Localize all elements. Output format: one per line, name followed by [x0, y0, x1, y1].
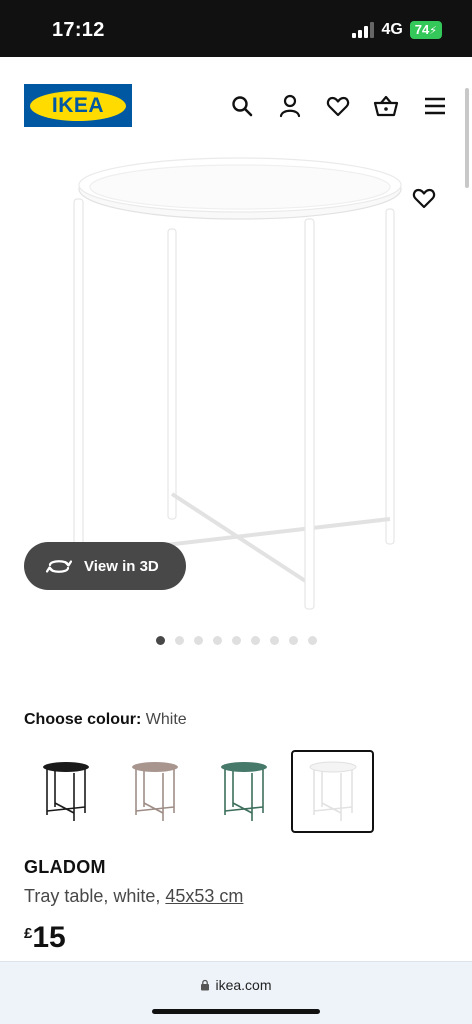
gallery-dot[interactable] — [155, 636, 165, 645]
status-time: 17:12 — [52, 19, 105, 41]
selected-colour-value: White — [145, 711, 187, 728]
battery-level: 74 — [414, 22, 430, 37]
colour-swatches — [24, 750, 374, 833]
basket-icon[interactable] — [373, 93, 399, 119]
gallery-dot[interactable] — [212, 636, 222, 645]
product-size-link[interactable]: 45x53 cm — [165, 886, 243, 906]
url-display[interactable]: ikea.com — [0, 977, 472, 993]
gallery-pagination — [0, 636, 472, 645]
heart-icon — [412, 188, 436, 209]
search-icon[interactable] — [229, 93, 255, 119]
product-price: £ 15 — [24, 921, 66, 955]
product-description: Tray table, white, 45x53 cm — [24, 886, 243, 907]
colour-swatch-grey-pink[interactable] — [113, 750, 196, 833]
logo-text: IKEA — [51, 93, 105, 117]
gallery-dot[interactable] — [174, 636, 184, 645]
lock-icon — [201, 979, 210, 991]
ikea-logo[interactable]: IKEA — [24, 84, 132, 127]
account-icon[interactable] — [277, 93, 303, 119]
grey-pink-table-thumbnail — [131, 761, 178, 821]
gallery-dot[interactable] — [250, 636, 260, 645]
battery-icon: 74⚡︎ — [409, 21, 442, 39]
choose-colour-heading: Choose colour: White — [24, 711, 187, 729]
site-header: IKEA — [0, 57, 472, 149]
product-name: GLADOM — [24, 857, 106, 877]
product-description-text: Tray table, white, — [24, 886, 166, 906]
network-type: 4G — [381, 21, 403, 38]
url-text: ikea.com — [215, 977, 272, 993]
gallery-dot[interactable] — [269, 636, 279, 645]
black-table-thumbnail — [42, 761, 89, 821]
add-to-wishlist-button[interactable] — [410, 184, 438, 212]
green-table-thumbnail — [220, 761, 267, 821]
gallery-dot[interactable] — [193, 636, 203, 645]
colour-swatch-white[interactable] — [291, 750, 374, 833]
menu-icon[interactable] — [422, 93, 448, 119]
status-indicators: 4G 74⚡︎ — [352, 21, 442, 39]
gallery-dot[interactable] — [307, 636, 317, 645]
white-table-thumbnail — [309, 761, 356, 821]
logo-oval: IKEA — [30, 90, 126, 121]
colour-swatch-green[interactable] — [202, 750, 285, 833]
status-bar: 17:12 4G 74⚡︎ — [0, 0, 472, 57]
rotate-3d-icon — [46, 560, 72, 573]
home-indicator[interactable] — [152, 1009, 320, 1014]
gallery-dot[interactable] — [288, 636, 298, 645]
browser-url-bar[interactable]: ikea.com — [0, 961, 472, 1024]
view-in-3d-button[interactable]: View in 3D — [24, 542, 186, 590]
view-in-3d-label: View in 3D — [84, 557, 159, 575]
colour-swatch-black[interactable] — [24, 750, 107, 833]
price-value: 15 — [32, 921, 66, 954]
heart-icon[interactable] — [325, 93, 351, 119]
choose-colour-label: Choose colour: — [24, 711, 142, 728]
signal-icon — [352, 22, 375, 38]
gallery-dot[interactable] — [231, 636, 241, 645]
price-currency: £ — [24, 925, 33, 942]
